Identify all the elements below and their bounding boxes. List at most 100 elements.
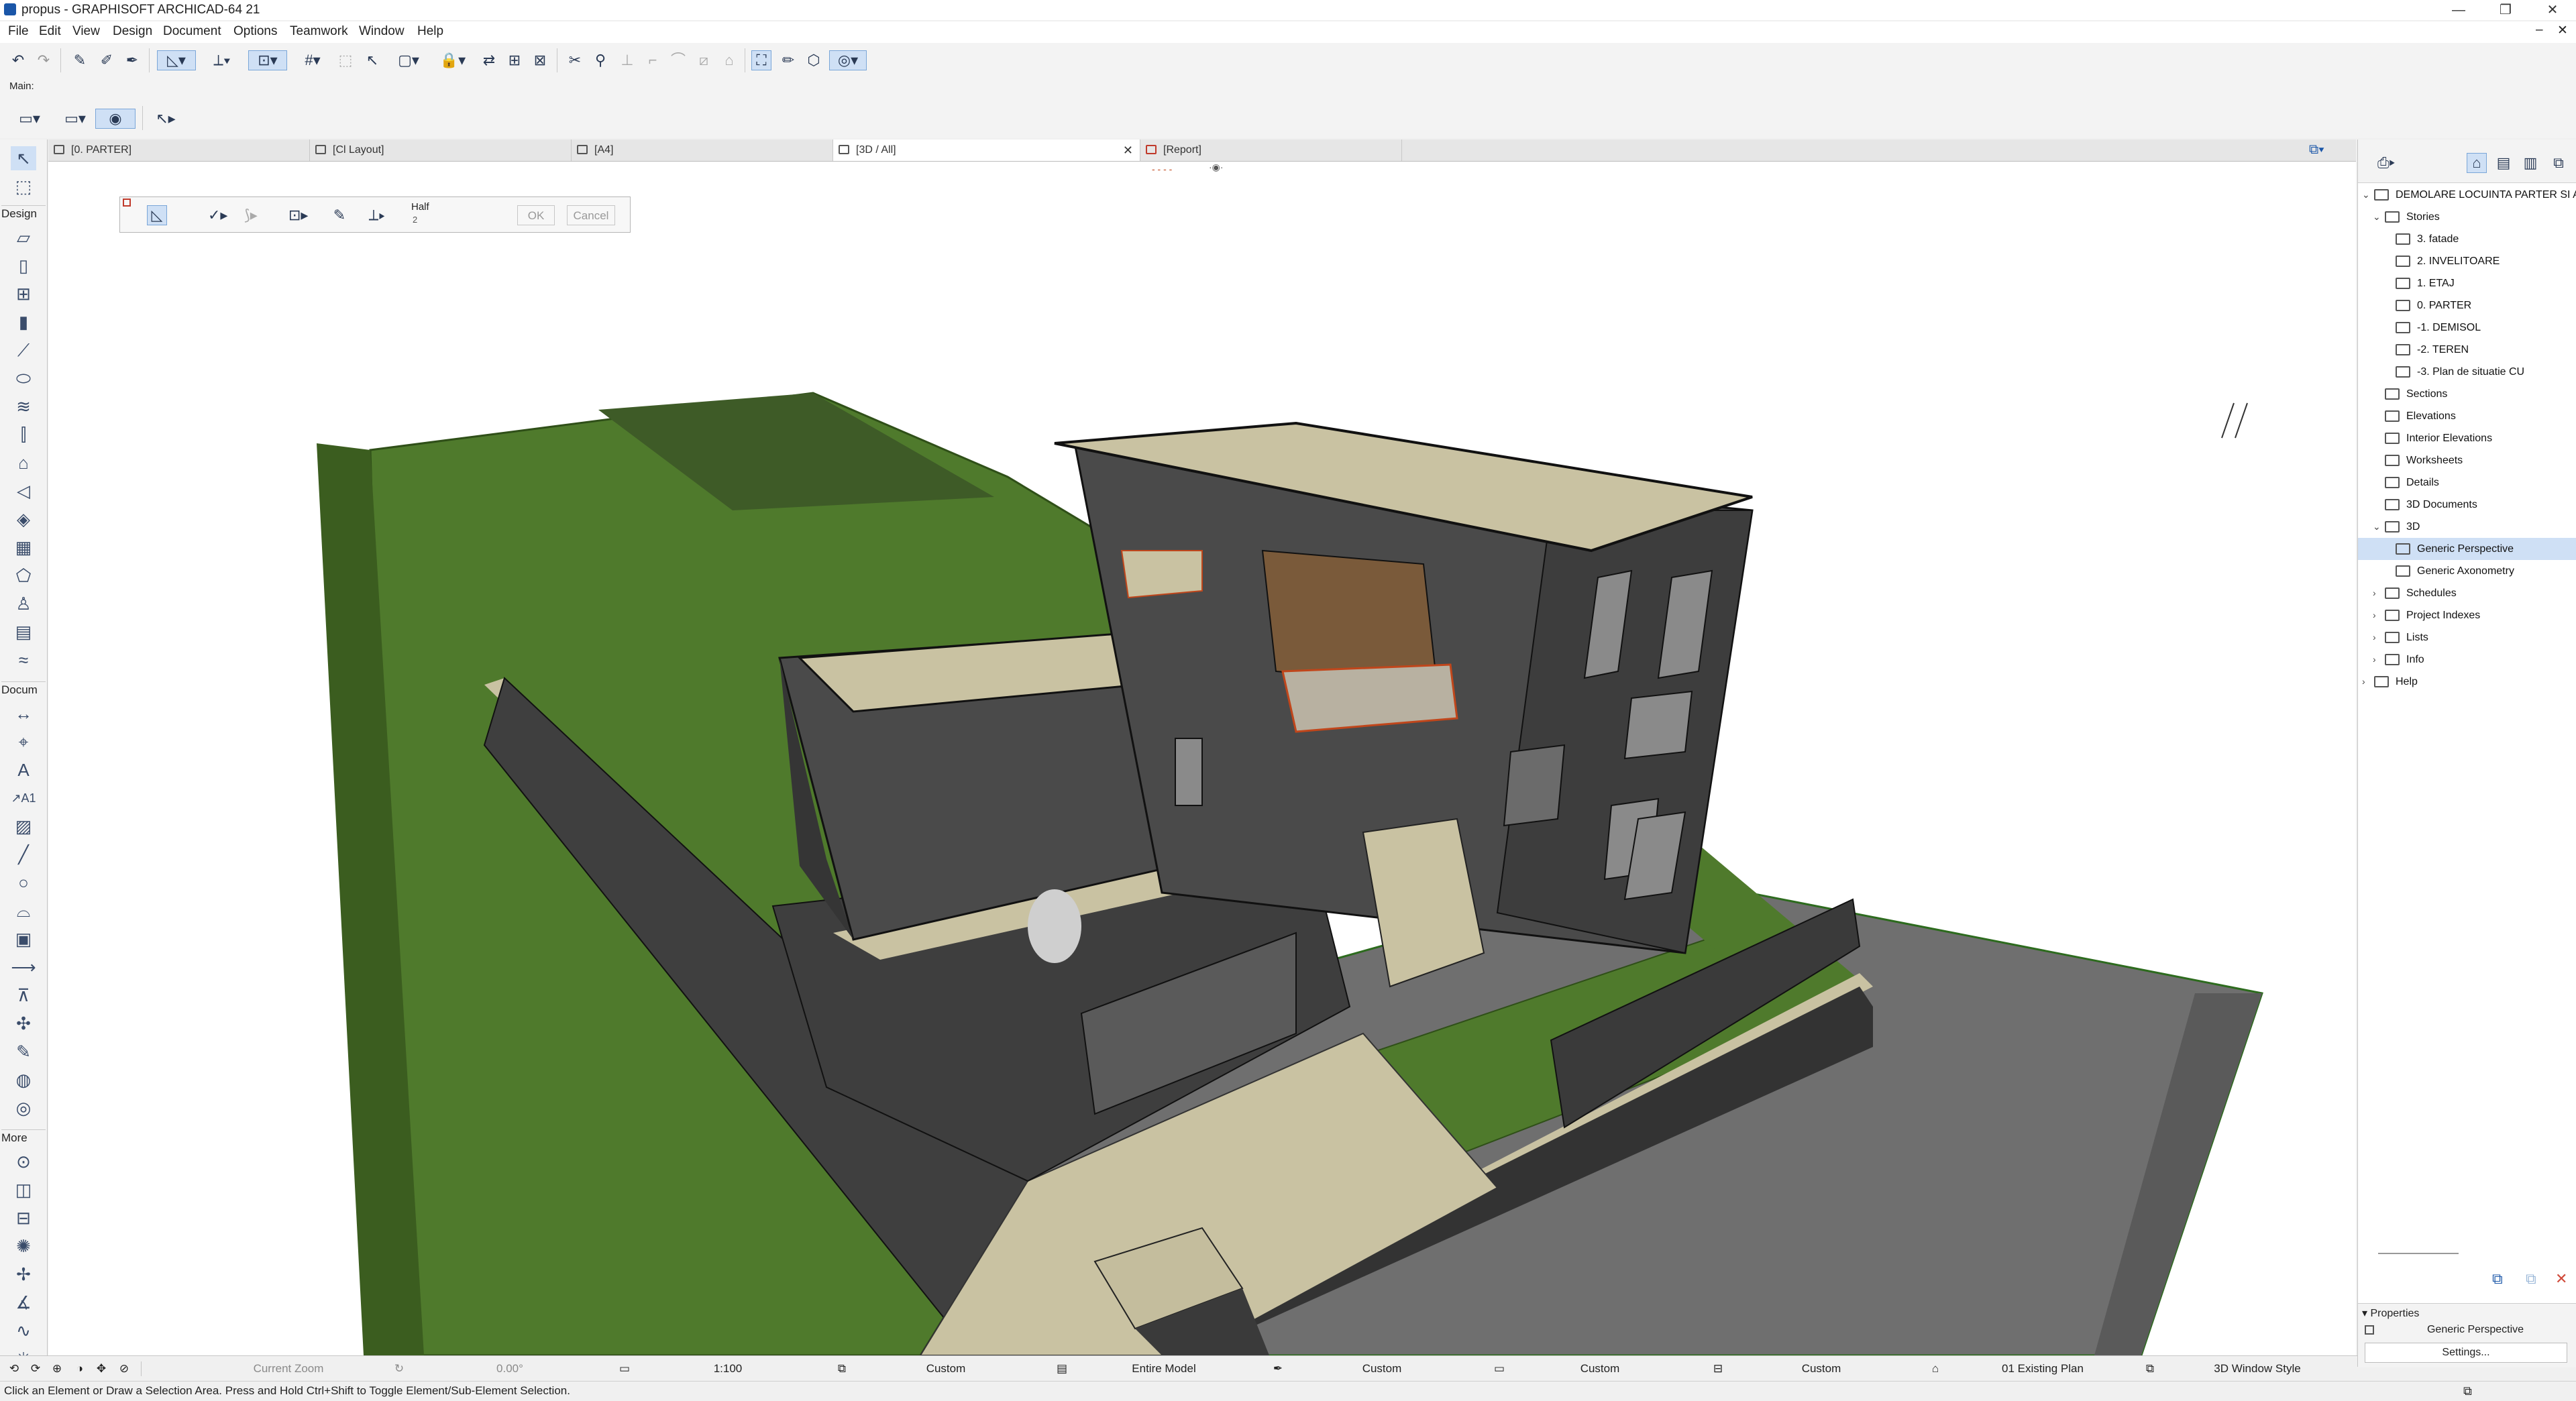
nav-item-story[interactable]: 3. fatade — [2358, 228, 2576, 250]
arrow-tool-icon[interactable]: ↖ — [11, 146, 36, 170]
tool-icon[interactable]: ✎ — [329, 205, 350, 225]
scale-selector[interactable]: 1:100 — [637, 1356, 818, 1382]
zoom-icon[interactable]: ⊕ — [47, 1356, 67, 1382]
trace-reference-icon[interactable]: ⇄ — [479, 50, 499, 70]
nav-item-story[interactable]: 0. PARTER — [2358, 294, 2576, 317]
menu-options[interactable]: Options — [233, 24, 277, 39]
nav-item-project-indexes[interactable]: › Project Indexes — [2358, 604, 2576, 626]
object-tool-icon[interactable]: ♙ — [11, 592, 36, 616]
guide-lines-icon[interactable]: ◺▾ — [157, 50, 196, 70]
lock-icon[interactable]: 🔒▾ — [433, 50, 472, 70]
fill-tool-icon[interactable]: ▨ — [11, 814, 36, 838]
slab-tool-icon[interactable]: ⬭ — [11, 366, 36, 390]
zoom-selector[interactable]: Current Zoom — [161, 1356, 416, 1382]
ok-button[interactable]: OK — [517, 205, 555, 225]
railing-tool-icon[interactable]: ⫿ — [11, 423, 36, 447]
radial-dimension-icon[interactable]: ✢ — [11, 1262, 36, 1286]
project-map-icon[interactable]: ⌂ — [2467, 153, 2487, 173]
menu-design[interactable]: Design — [113, 24, 152, 39]
rotation-angle[interactable]: 0.00° — [416, 1356, 604, 1382]
floor-plan-view-icon[interactable]: ▭▾ — [11, 109, 48, 129]
nav-item-elevations[interactable]: Elevations — [2358, 405, 2576, 427]
arrow-tool-icon[interactable]: ↖▸ — [148, 109, 184, 129]
skylight-tool-icon[interactable]: ◈ — [11, 507, 36, 531]
close-tab-icon[interactable]: ✕ — [1123, 139, 1133, 161]
renovation-filter-selector[interactable]: 01 Existing Plan — [1945, 1356, 2140, 1382]
snap-guides-icon[interactable]: ⟂▾ — [203, 50, 241, 70]
curtain-wall-tool-icon[interactable]: ▦ — [11, 535, 36, 559]
tab-a4[interactable]: [A4] — [572, 139, 833, 161]
3d-style-icon[interactable]: ⧉ — [2140, 1356, 2160, 1382]
fillet-icon[interactable]: ⌒ — [668, 50, 688, 70]
nav-item-story[interactable]: -2. TEREN — [2358, 339, 2576, 361]
snap-icon[interactable]: ⟂▸ — [367, 205, 387, 225]
pen-set-selector[interactable]: Custom — [1288, 1356, 1476, 1382]
section-tool-icon[interactable]: ⟶ — [11, 955, 36, 979]
section-view-icon[interactable]: ▭▾ — [56, 109, 94, 129]
rotate-icon[interactable]: ↻ — [389, 1356, 409, 1382]
dimensions-selector[interactable]: Custom — [1731, 1356, 1912, 1382]
view-options-icon[interactable]: ⧉▾ — [2309, 142, 2324, 158]
restore-button[interactable]: ❐ — [2482, 0, 2529, 20]
nav-item-schedules[interactable]: › Schedules — [2358, 582, 2576, 604]
morph-tool-icon[interactable]: ⬠ — [11, 563, 36, 587]
find-select-icon[interactable]: ⚲ — [590, 50, 610, 70]
resize-grip-icon[interactable]: ⧉ — [2463, 1384, 2472, 1398]
half-mode-label[interactable]: Half — [411, 201, 429, 213]
model-view-options-selector[interactable]: Custom — [1509, 1356, 1690, 1382]
3d-model-rendering[interactable] — [48, 162, 2356, 1355]
grid-element-icon[interactable]: ⊙ — [11, 1150, 36, 1174]
nav-item-info[interactable]: › Info — [2358, 649, 2576, 671]
wall-tool-icon[interactable]: ▱ — [11, 225, 36, 249]
mesh-tool-icon[interactable]: ≈ — [11, 648, 36, 672]
navigator-mode-icon[interactable]: ⎙▸ — [2369, 153, 2404, 173]
shell-tool-icon[interactable]: ◁ — [11, 479, 36, 503]
structural-display-icon[interactable]: ▤ — [1052, 1356, 1072, 1382]
minimize-button[interactable]: — — [2435, 0, 2482, 20]
view-marker-icon[interactable]: ·◉· — [1209, 162, 1224, 173]
menu-view[interactable]: View — [72, 24, 100, 39]
curve-icon[interactable]: ⟆▸ — [241, 205, 261, 225]
dimensions-icon[interactable]: ⊟ — [1708, 1356, 1728, 1382]
nav-project-root[interactable]: ⌄ DEMOLARE LOCUINTA PARTER SI A — [2358, 184, 2576, 206]
properties-header[interactable]: ▾ Properties — [2362, 1306, 2419, 1320]
split-icon[interactable]: ⧄ — [694, 50, 714, 70]
spline-tool-icon[interactable]: ∿ — [11, 1319, 36, 1343]
menu-edit[interactable]: Edit — [39, 24, 61, 39]
nav-item-lists[interactable]: › Lists — [2358, 626, 2576, 649]
window-tool-icon[interactable]: ⊞ — [11, 282, 36, 306]
magic-wand-icon[interactable]: ⬚ — [335, 50, 356, 70]
pen-set-icon[interactable]: ✒ — [1268, 1356, 1288, 1382]
roof-tool-icon[interactable]: ⌂ — [11, 451, 36, 475]
3d-viewport[interactable]: - - - - ·◉· — [48, 162, 2356, 1355]
marquee-tool-icon[interactable]: ⬚ — [11, 174, 36, 199]
layout-book-icon[interactable]: ▥ — [2520, 153, 2540, 173]
drawing-tool-icon[interactable]: ▣ — [11, 927, 36, 951]
delete-view-icon[interactable]: ✕ — [2555, 1270, 2567, 1288]
menu-help[interactable]: Help — [417, 24, 443, 39]
menu-teamwork[interactable]: Teamwork — [290, 24, 348, 39]
3d-explore-icon[interactable]: ⬡ — [804, 50, 824, 70]
snap-points-icon[interactable]: ⊡▾ — [248, 50, 287, 70]
suspend-groups-icon[interactable]: ▢▾ — [390, 50, 427, 70]
nav-item-generic-axonometry[interactable]: Generic Axonometry — [2358, 560, 2576, 582]
nav-item-story[interactable]: 1. ETAJ — [2358, 272, 2576, 294]
menu-window[interactable]: Window — [359, 24, 405, 39]
tab-layout[interactable]: [Cl Layout] — [310, 139, 572, 161]
pick-up-parameters-icon[interactable]: ✎ — [70, 50, 90, 70]
3d-view-icon[interactable]: ◉ — [95, 109, 136, 129]
tab-3d[interactable]: [3D / All] ✕ — [833, 139, 1140, 161]
scale-icon[interactable]: ▭ — [614, 1356, 635, 1382]
mdi-close-icon[interactable]: ✕ — [2557, 23, 2568, 38]
angle-dimension-icon[interactable]: ∡ — [11, 1290, 36, 1314]
nav-item-story[interactable]: -1. DEMISOL — [2358, 317, 2576, 339]
view-settings-icon[interactable]: ⧉ — [2526, 1270, 2536, 1288]
publisher-sets-icon[interactable]: ⧉ — [2548, 153, 2569, 173]
nav-item-story[interactable]: -3. Plan de situatie CU — [2358, 361, 2576, 383]
3d-navigation-icon[interactable]: ◎▾ — [829, 50, 867, 70]
edit-icon[interactable]: ✓▸ — [207, 205, 227, 225]
model-view-options-icon[interactable]: ▭ — [1489, 1356, 1509, 1382]
eyedropper-icon[interactable]: ✒ — [122, 50, 142, 70]
intersect-icon[interactable]: ⌐ — [643, 50, 663, 70]
close-infobox-icon[interactable] — [123, 199, 131, 207]
